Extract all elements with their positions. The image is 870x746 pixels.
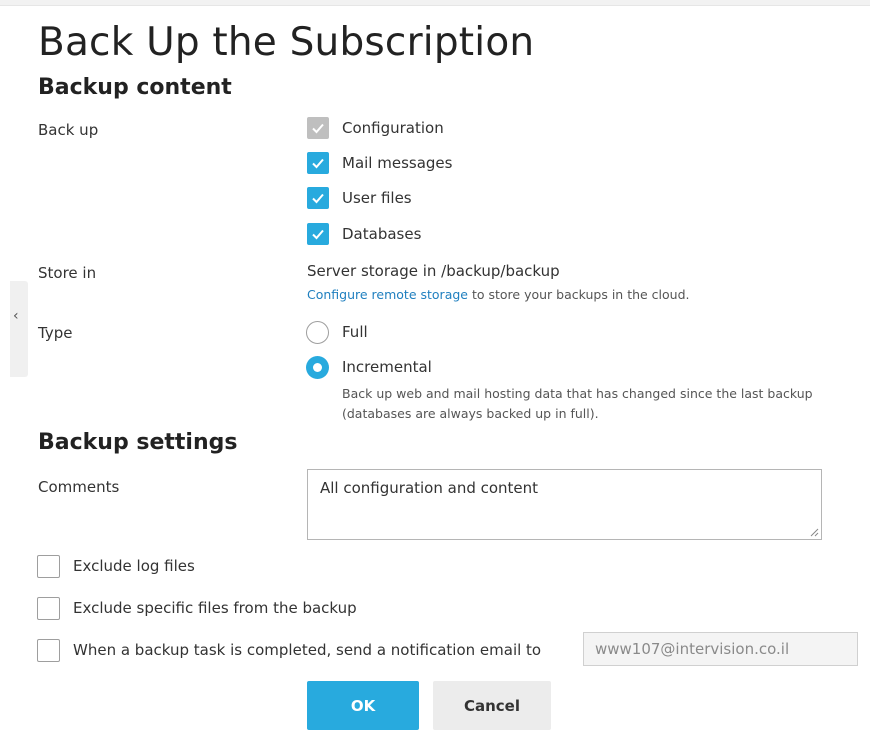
radio-incremental-circle[interactable] <box>306 355 329 379</box>
checkbox-mail-messages-label: Mail messages <box>342 154 453 172</box>
checkbox-exclude-specific-files-label: Exclude specific files from the backup <box>73 599 357 617</box>
type-label: Type <box>38 324 73 342</box>
backup-settings-heading: Backup settings <box>38 430 238 455</box>
notification-email-input[interactable] <box>583 632 858 666</box>
checkbox-notify-email-box[interactable] <box>37 638 60 662</box>
incremental-hint: Back up web and mail hosting data that h… <box>342 384 813 424</box>
remote-storage-hint: Configure remote storage to store your b… <box>307 287 690 302</box>
checkbox-databases-box[interactable] <box>307 223 329 245</box>
checkbox-user-files-box[interactable] <box>307 187 329 209</box>
incremental-hint-line1: Back up web and mail hosting data that h… <box>342 386 813 401</box>
checkbox-exclude-specific-files[interactable]: Exclude specific files from the backup <box>37 596 357 620</box>
checkbox-exclude-log-files[interactable]: Exclude log files <box>37 554 195 578</box>
checkmark-icon <box>312 158 324 169</box>
sidebar-collapse-tab[interactable]: ‹ <box>10 281 28 377</box>
checkbox-exclude-log-files-box[interactable] <box>37 554 60 578</box>
radio-full-label: Full <box>342 323 368 341</box>
ok-button[interactable]: OK <box>307 681 419 730</box>
backup-content-heading: Backup content <box>38 75 232 100</box>
checkbox-mail-messages-box[interactable] <box>307 152 329 174</box>
checkbox-exclude-specific-files-box[interactable] <box>37 596 60 620</box>
page-title: Back Up the Subscription <box>38 20 535 65</box>
checkmark-icon <box>312 229 324 240</box>
store-in-label: Store in <box>38 264 97 282</box>
cancel-button[interactable]: Cancel <box>433 681 551 730</box>
radio-full[interactable]: Full <box>306 320 368 344</box>
radio-incremental[interactable]: Incremental <box>306 355 432 379</box>
chevron-left-icon: ‹ <box>13 308 19 324</box>
checkbox-databases[interactable]: Databases <box>307 222 421 246</box>
remote-storage-suffix: to store your backups in the cloud. <box>468 287 690 302</box>
incremental-hint-line2: (databases are always backed up in full)… <box>342 406 599 421</box>
checkbox-configuration-box[interactable] <box>307 117 329 139</box>
checkmark-icon <box>312 193 324 204</box>
comments-textarea[interactable]: All configuration and content <box>307 469 822 540</box>
checkbox-configuration[interactable]: Configuration <box>307 116 444 140</box>
store-in-value: Server storage in /backup/backup <box>307 262 560 280</box>
top-border <box>0 0 870 6</box>
configure-remote-storage-link[interactable]: Configure remote storage <box>307 287 468 302</box>
checkmark-icon <box>312 123 324 134</box>
checkbox-user-files-label: User files <box>342 189 412 207</box>
radio-full-circle[interactable] <box>306 320 329 344</box>
checkbox-exclude-log-files-label: Exclude log files <box>73 557 195 575</box>
checkbox-notify-email[interactable]: When a backup task is completed, send a … <box>37 638 541 662</box>
resize-grip-icon[interactable] <box>809 527 819 537</box>
checkbox-notify-email-label: When a backup task is completed, send a … <box>73 641 542 659</box>
checkbox-user-files[interactable]: User files <box>307 186 412 210</box>
checkbox-configuration-label: Configuration <box>342 119 444 137</box>
radio-incremental-label: Incremental <box>342 358 432 376</box>
comments-label: Comments <box>38 478 120 496</box>
checkbox-databases-label: Databases <box>342 225 422 243</box>
back-up-label: Back up <box>38 121 99 139</box>
checkbox-mail-messages[interactable]: Mail messages <box>307 151 452 175</box>
